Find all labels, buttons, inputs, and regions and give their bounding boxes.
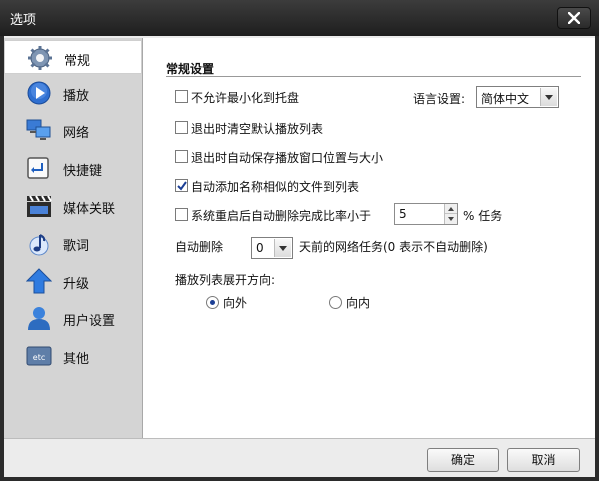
spinner-up-button[interactable] bbox=[445, 204, 457, 214]
sidebar-item-label: 网络 bbox=[63, 126, 90, 141]
sidebar-item-label: 播放 bbox=[63, 89, 90, 104]
sidebar-item-label: 升级 bbox=[63, 277, 90, 292]
arrow-up-icon bbox=[448, 207, 454, 211]
sidebar-item-network[interactable]: 网络 bbox=[4, 113, 142, 147]
clear-default-playlist-checkbox[interactable] bbox=[175, 121, 188, 134]
language-value: 简体中文 bbox=[481, 92, 530, 106]
language-select[interactable]: 简体中文 bbox=[476, 86, 559, 108]
save-window-position-checkbox[interactable] bbox=[175, 150, 188, 163]
title-bar[interactable]: 选项 bbox=[0, 0, 599, 36]
sidebar-item-lyrics[interactable]: 歌词 bbox=[4, 226, 142, 260]
music-note-icon bbox=[29, 234, 49, 256]
play-icon bbox=[27, 81, 51, 105]
sidebar-item-other[interactable]: etc 其他 bbox=[4, 339, 142, 373]
close-button[interactable] bbox=[557, 7, 591, 29]
etc-icon: etc bbox=[26, 346, 52, 366]
sidebar-item-label: 歌词 bbox=[63, 239, 90, 254]
auto-delete-incomplete-checkbox[interactable] bbox=[175, 208, 188, 221]
no-minimize-to-tray-checkbox[interactable] bbox=[175, 90, 188, 103]
completion-ratio-spinner[interactable]: 5 bbox=[394, 203, 458, 225]
sidebar-item-label: 媒体关联 bbox=[63, 202, 116, 217]
expand-inward-radio[interactable] bbox=[329, 296, 342, 309]
sidebar-item-label: 常规 bbox=[64, 54, 91, 69]
auto-delete-days-value: 0 bbox=[256, 241, 264, 255]
sidebar-item-media-association[interactable]: 媒体关联 bbox=[4, 189, 142, 223]
enter-key-icon bbox=[27, 157, 49, 179]
sidebar-item-user-settings[interactable]: 用户设置 bbox=[4, 301, 142, 335]
auto-delete-incomplete-label: 系统重启后自动删除完成比率小于 bbox=[191, 209, 372, 223]
radio-selected-dot bbox=[210, 300, 215, 305]
clapperboard-icon bbox=[27, 195, 52, 217]
settings-sidebar: 常规 播放 网络 快捷键 媒体关联 歌词 升级 用户设置 etc 其他 bbox=[4, 38, 143, 438]
checkmark-icon bbox=[177, 181, 187, 191]
arrow-down-icon bbox=[448, 217, 454, 221]
language-label: 语言设置: bbox=[413, 92, 466, 106]
sidebar-item-play[interactable]: 播放 bbox=[4, 76, 142, 110]
ratio-suffix: % 任务 bbox=[463, 209, 503, 223]
close-icon bbox=[568, 12, 580, 24]
sidebar-item-label: 快捷键 bbox=[63, 164, 103, 179]
sidebar-item-upgrade[interactable]: 升级 bbox=[4, 264, 142, 298]
expand-direction-label: 播放列表展开方向: bbox=[175, 273, 276, 287]
completion-ratio-value: 5 bbox=[399, 207, 407, 221]
cancel-button[interactable]: 取消 bbox=[507, 448, 580, 472]
dropdown-button[interactable] bbox=[274, 239, 291, 257]
svg-text:etc: etc bbox=[33, 353, 45, 362]
expand-inward-label: 向内 bbox=[346, 296, 371, 310]
dialog-title: 选项 bbox=[10, 13, 37, 28]
auto-delete-label: 自动删除 bbox=[175, 240, 224, 254]
auto-add-similar-files-checkbox[interactable] bbox=[175, 179, 188, 192]
expand-outward-label: 向外 bbox=[223, 296, 248, 310]
spinner-buttons bbox=[444, 204, 457, 224]
dropdown-button[interactable] bbox=[540, 88, 557, 106]
spinner-down-button[interactable] bbox=[445, 214, 457, 224]
expand-outward-radio[interactable] bbox=[206, 296, 219, 309]
auto-add-similar-files-label: 自动添加名称相似的文件到列表 bbox=[191, 180, 360, 194]
section-divider bbox=[166, 76, 581, 77]
network-icon bbox=[26, 119, 51, 140]
section-title: 常规设置 bbox=[166, 62, 215, 76]
sidebar-item-hotkeys[interactable]: 快捷键 bbox=[4, 151, 142, 185]
clear-default-playlist-label: 退出时清空默认播放列表 bbox=[191, 122, 324, 136]
sidebar-item-label: 用户设置 bbox=[63, 314, 116, 329]
save-window-position-label: 退出时自动保存播放窗口位置与大小 bbox=[191, 151, 384, 165]
gear-icon bbox=[28, 46, 52, 70]
ok-button[interactable]: 确定 bbox=[427, 448, 499, 472]
sidebar-item-general[interactable]: 常规 bbox=[4, 40, 142, 74]
auto-delete-days-select[interactable]: 0 bbox=[251, 237, 293, 259]
up-arrow-icon bbox=[26, 268, 52, 294]
sidebar-item-label: 其他 bbox=[63, 352, 90, 367]
user-icon bbox=[28, 307, 50, 330]
chevron-down-icon bbox=[279, 246, 287, 251]
no-minimize-to-tray-label: 不允许最小化到托盘 bbox=[191, 91, 300, 105]
chevron-down-icon bbox=[545, 95, 553, 100]
auto-delete-suffix: 天前的网络任务(0 表示不自动删除) bbox=[299, 240, 488, 254]
